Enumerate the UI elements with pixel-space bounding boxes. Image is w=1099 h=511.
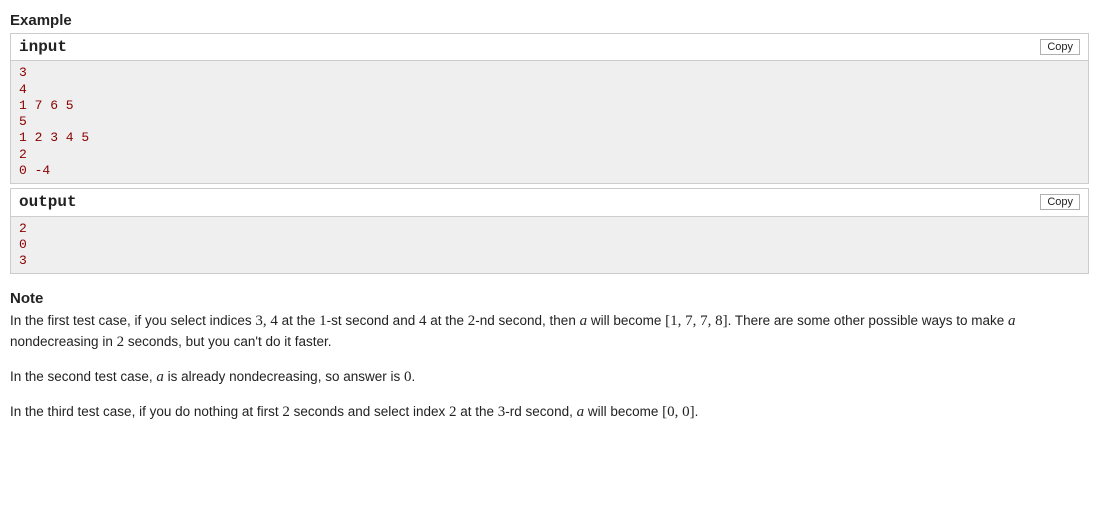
text: . There are some other possible ways to … <box>728 313 1008 328</box>
text: -st second and <box>327 313 419 328</box>
text: . <box>695 404 699 419</box>
output-content: 2 0 3 <box>11 217 1088 274</box>
copy-output-button[interactable]: Copy <box>1040 194 1080 210</box>
text: -rd second, <box>505 404 576 419</box>
text: In the second test case, <box>10 369 156 384</box>
math-number: 2 <box>449 404 457 420</box>
input-header: input Copy <box>11 34 1088 61</box>
example-title: Example <box>10 10 1089 31</box>
math-array: [0, 0] <box>662 404 695 420</box>
text: nondecreasing in <box>10 334 117 349</box>
output-label: output <box>19 191 77 213</box>
text: -nd second, then <box>475 313 579 328</box>
text: In the first test case, if you select in… <box>10 313 255 328</box>
math-var-a: a <box>580 313 588 329</box>
text: at the <box>426 313 467 328</box>
math-number: 2 <box>282 404 290 420</box>
note-paragraph-3: In the third test case, if you do nothin… <box>10 402 1089 423</box>
note-title: Note <box>10 288 1089 309</box>
math-indices: 3, 4 <box>255 313 278 329</box>
input-label: input <box>19 36 67 58</box>
text: at the <box>457 404 498 419</box>
example-section: Example input Copy 3 4 1 7 6 5 5 1 2 3 4… <box>10 10 1089 274</box>
math-array: [1, 7, 7, 8] <box>665 313 728 329</box>
math-var-a: a <box>577 404 585 420</box>
output-block: output Copy 2 0 3 <box>10 188 1089 274</box>
note-body: In the first test case, if you select in… <box>10 311 1089 423</box>
text: at the <box>278 313 319 328</box>
copy-input-button[interactable]: Copy <box>1040 39 1080 55</box>
text: seconds and select index <box>290 404 449 419</box>
output-header: output Copy <box>11 189 1088 216</box>
note-paragraph-1: In the first test case, if you select in… <box>10 311 1089 353</box>
text: will become <box>584 404 662 419</box>
math-number: 1 <box>319 313 327 329</box>
text: In the third test case, if you do nothin… <box>10 404 282 419</box>
input-content: 3 4 1 7 6 5 5 1 2 3 4 5 2 0 -4 <box>11 61 1088 183</box>
note-paragraph-2: In the second test case, a is already no… <box>10 367 1089 388</box>
text: . <box>411 369 415 384</box>
input-block: input Copy 3 4 1 7 6 5 5 1 2 3 4 5 2 0 -… <box>10 33 1089 184</box>
math-number: 2 <box>117 334 125 350</box>
text: seconds, but you can't do it faster. <box>124 334 331 349</box>
note-section: Note In the first test case, if you sele… <box>10 288 1089 423</box>
text: is already nondecreasing, so answer is <box>164 369 404 384</box>
math-var-a: a <box>156 369 164 385</box>
text: will become <box>587 313 665 328</box>
math-var-a: a <box>1008 313 1016 329</box>
